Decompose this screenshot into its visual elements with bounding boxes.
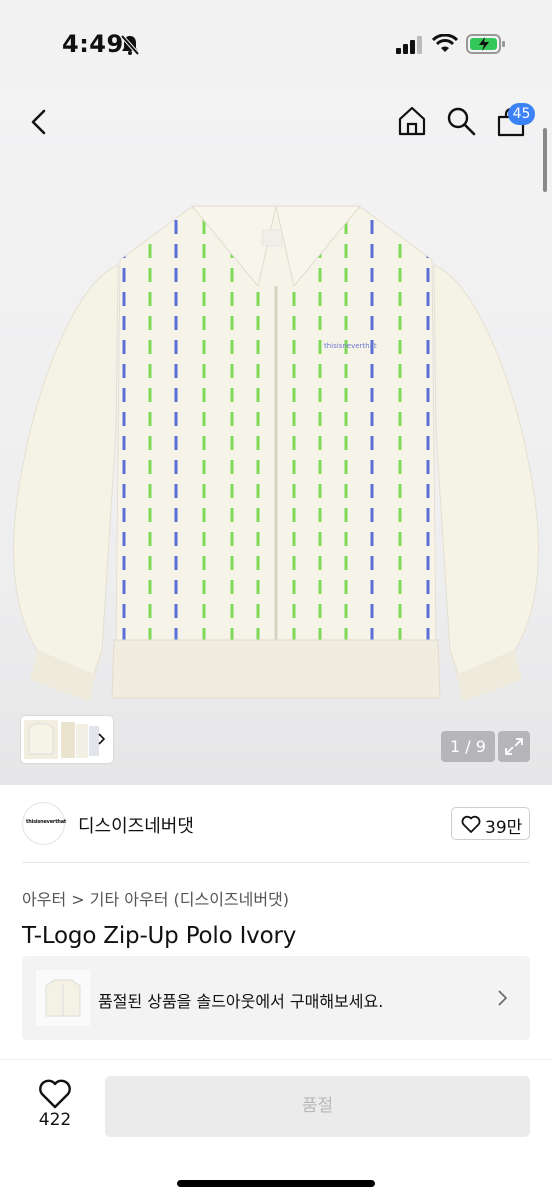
wishlist-heart-icon[interactable] — [37, 1078, 73, 1110]
brand-name[interactable]: 디스이즈네버댓 — [78, 812, 194, 838]
breadcrumb[interactable]: 아우터 > 기타 아우터 (디스이즈네버댓) — [22, 886, 289, 910]
home-indicator[interactable] — [177, 1180, 375, 1187]
status-time: 4:49 — [62, 30, 124, 58]
image-counter: 1 / 9 — [441, 731, 495, 762]
brand-like-button[interactable]: 39만 — [451, 807, 530, 840]
signal-icon — [396, 36, 422, 54]
sold-out-banner[interactable]: 품절된 상품을 솔드아웃에서 구매해보세요. — [22, 956, 530, 1040]
wifi-icon — [432, 34, 458, 52]
sold-out-button[interactable]: 품절 — [105, 1076, 530, 1137]
product-title: T-Logo Zip-Up Polo Ivory — [22, 923, 297, 949]
divider — [22, 862, 530, 863]
brand-logo[interactable]: thisisneverthat — [22, 802, 67, 845]
scrollbar[interactable] — [543, 128, 547, 192]
chevron-right-icon — [498, 990, 508, 1006]
product-photo[interactable] — [0, 90, 552, 785]
search-icon[interactable] — [446, 106, 476, 136]
heart-icon — [461, 815, 481, 833]
product-image-area[interactable]: thisisneverthat — [0, 90, 552, 785]
sold-out-banner-text: 품절된 상품을 솔드아웃에서 구매해보세요. — [98, 992, 384, 1011]
banner-thumbnail — [36, 970, 90, 1026]
expand-icon — [505, 738, 523, 755]
wishlist-count: 422 — [38, 1110, 72, 1130]
cart-count-badge: 45 — [508, 103, 535, 125]
thumbnail-strip[interactable] — [21, 716, 113, 763]
battery-charging-icon — [466, 34, 505, 54]
bell-muted-icon — [120, 34, 140, 56]
brand-like-count: 39만 — [485, 818, 523, 838]
chest-logo-text: thisisneverthat — [324, 342, 377, 350]
home-icon[interactable] — [396, 105, 428, 137]
back-arrow-icon[interactable] — [28, 108, 50, 136]
status-bar: 4:49 — [0, 0, 552, 90]
brand-logo-text: thisisneverthat — [26, 819, 67, 825]
thumbnail-image[interactable] — [21, 716, 113, 763]
expand-button[interactable] — [498, 731, 530, 762]
